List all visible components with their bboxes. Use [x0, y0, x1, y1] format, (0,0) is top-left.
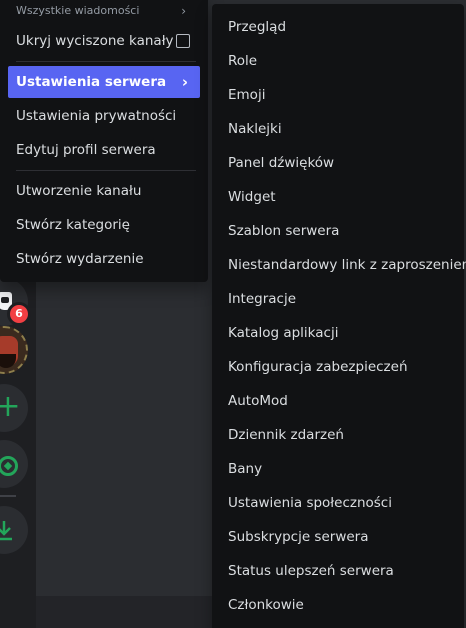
- server-settings-label: Ustawienia serwera: [16, 74, 167, 90]
- rail-separator: [0, 495, 16, 497]
- download-icon: [0, 521, 12, 541]
- chevron-right-icon: ›: [181, 73, 188, 91]
- explore-servers-button[interactable]: [0, 440, 28, 488]
- submenu-item-audit-log[interactable]: Dziennik zdarzeń: [220, 419, 456, 451]
- edit-server-profile-label: Edytuj profil serwera: [16, 142, 156, 158]
- submenu-item-automod[interactable]: AutoMod: [220, 385, 456, 417]
- checkbox-icon[interactable]: [176, 34, 190, 48]
- download-apps-button[interactable]: [0, 506, 28, 554]
- submenu-item-emoji[interactable]: Emoji: [220, 79, 456, 111]
- submenu-item-app-directory[interactable]: Katalog aplikacji: [220, 317, 456, 349]
- submenu-item-soundboard[interactable]: Panel dźwięków: [220, 147, 456, 179]
- mention-badge: 6: [7, 302, 31, 326]
- submenu-item-integrations[interactable]: Integracje: [220, 283, 456, 315]
- menu-separator: [16, 170, 196, 171]
- submenu-item-community-settings[interactable]: Ustawienia społeczności: [220, 487, 456, 519]
- create-event-label: Stwórz wydarzenie: [16, 251, 144, 267]
- menu-item-create-channel[interactable]: Utworzenie kanału: [8, 175, 200, 207]
- menu-item-create-event[interactable]: Stwórz wydarzenie: [8, 243, 200, 275]
- create-category-label: Stwórz kategorię: [16, 217, 130, 233]
- submenu-item-roles[interactable]: Role: [220, 45, 456, 77]
- all-messages-label: Wszystkie wiadomości: [16, 4, 140, 17]
- add-server-button[interactable]: +: [0, 384, 28, 432]
- submenu-item-bans[interactable]: Bany: [220, 453, 456, 485]
- compass-icon: [0, 456, 18, 476]
- plus-icon: +: [0, 389, 21, 424]
- hide-muted-label: Ukryj wyciszone kanały: [16, 33, 174, 49]
- menu-item-server-settings[interactable]: Ustawienia serwera ›: [8, 66, 200, 98]
- server-icon-b[interactable]: [0, 326, 28, 374]
- menu-item-edit-server-profile[interactable]: Edytuj profil serwera: [8, 134, 200, 166]
- menu-item-all-messages[interactable]: Wszystkie wiadomości ›: [8, 0, 200, 22]
- chevron-right-icon: ›: [181, 4, 186, 18]
- submenu-item-server-template[interactable]: Szablon serwera: [220, 215, 456, 247]
- submenu-item-widget[interactable]: Widget: [220, 181, 456, 213]
- submenu-item-stickers[interactable]: Naklejki: [220, 113, 456, 145]
- submenu-item-vanity-url[interactable]: Niestandardowy link z zaproszeniem: [220, 249, 466, 281]
- create-channel-label: Utworzenie kanału: [16, 183, 142, 199]
- submenu-item-server-subscriptions[interactable]: Subskrypcje serwera: [220, 521, 456, 553]
- user-panel: [36, 596, 216, 628]
- server-context-menu: Wszystkie wiadomości › Ukryj wyciszone k…: [0, 0, 208, 282]
- submenu-item-safety-setup[interactable]: Konfiguracja zabezpieczeń: [220, 351, 456, 383]
- menu-item-hide-muted[interactable]: Ukryj wyciszone kanały: [8, 25, 200, 57]
- submenu-item-boost-status[interactable]: Status ulepszeń serwera: [220, 555, 456, 587]
- submenu-item-overview[interactable]: Przegląd: [220, 11, 456, 43]
- menu-item-privacy-settings[interactable]: Ustawienia prywatności: [8, 100, 200, 132]
- server-settings-submenu: Przegląd Role Emoji Naklejki Panel dźwię…: [212, 4, 466, 628]
- menu-item-create-category[interactable]: Stwórz kategorię: [8, 209, 200, 241]
- privacy-settings-label: Ustawienia prywatności: [16, 108, 177, 124]
- menu-separator: [16, 61, 196, 62]
- submenu-item-members[interactable]: Członkowie: [220, 589, 456, 621]
- app-root: 6 + Wszystkie wiadomości › Ukryj wyciszo…: [0, 0, 466, 628]
